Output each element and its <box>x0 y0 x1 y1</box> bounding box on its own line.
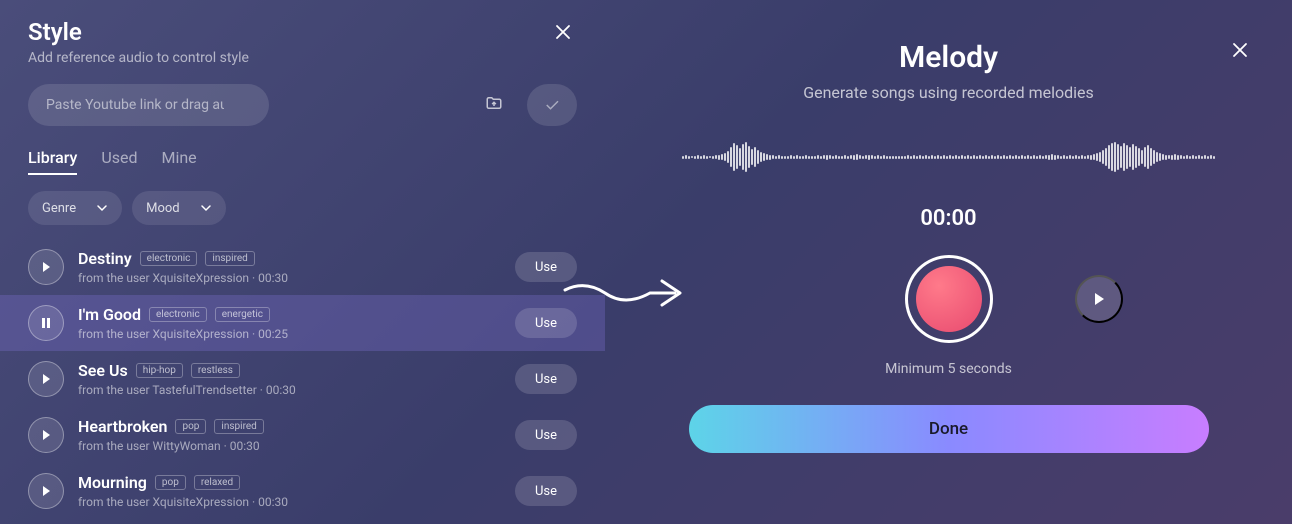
tag: pop <box>175 419 206 434</box>
filters: Genre Mood <box>28 191 577 225</box>
style-subtitle: Add reference audio to control style <box>28 50 577 66</box>
list-item[interactable]: Destiny electronic inspired from the user X… <box>0 239 605 295</box>
play-button[interactable] <box>28 249 64 285</box>
tag: inspired <box>205 251 254 266</box>
record-icon <box>916 266 982 332</box>
folder-icon[interactable] <box>485 94 503 116</box>
filter-genre[interactable]: Genre <box>28 191 122 225</box>
url-input[interactable] <box>28 84 269 126</box>
waveform <box>645 132 1252 182</box>
item-title: Heartbroken <box>78 417 167 436</box>
list-item[interactable]: See Us hip-hop restless from the user Taste… <box>0 351 605 407</box>
play-button[interactable] <box>28 417 64 453</box>
item-body: Heartbroken pop inspired from the user Witt… <box>78 417 501 453</box>
item-title: Destiny <box>78 249 132 268</box>
play-icon <box>1091 291 1107 307</box>
record-controls <box>905 255 993 343</box>
check-icon <box>543 96 561 114</box>
item-title: See Us <box>78 361 128 380</box>
play-icon <box>40 429 52 441</box>
use-button[interactable]: Use <box>515 420 577 450</box>
chevron-down-icon <box>200 202 212 214</box>
close-button[interactable] <box>1228 38 1252 62</box>
item-meta: from the user XquisiteXpression · 00:30 <box>78 495 501 509</box>
list-item[interactable]: I'm Good electronic energetic from the user… <box>0 295 605 351</box>
tag: restless <box>191 363 240 378</box>
close-button[interactable] <box>551 20 575 44</box>
item-meta: from the user XquisiteXpression · 00:30 <box>78 271 501 285</box>
tag: pop <box>155 475 186 490</box>
tag: electronic <box>149 307 207 322</box>
play-button[interactable] <box>28 361 64 397</box>
item-body: Mourning pop relaxed from the user Xquisite… <box>78 473 501 509</box>
tab-mine[interactable]: Mine <box>161 148 196 175</box>
arrow-illustration <box>560 275 690 315</box>
style-list: Destiny electronic inspired from the user X… <box>0 239 605 519</box>
melody-panel: Melody Generate songs using recorded mel… <box>605 0 1292 524</box>
use-button[interactable]: Use <box>515 476 577 506</box>
item-body: See Us hip-hop restless from the user Taste… <box>78 361 501 397</box>
tab-library[interactable]: Library <box>28 148 77 175</box>
list-item[interactable]: Mourning pop relaxed from the user Xquisite… <box>0 463 605 519</box>
timer: 00:00 <box>920 206 976 231</box>
play-icon <box>40 485 52 497</box>
close-icon <box>555 24 571 40</box>
pause-button[interactable] <box>28 305 64 341</box>
chevron-down-icon <box>96 202 108 214</box>
play-button[interactable] <box>1075 275 1123 323</box>
filter-mood[interactable]: Mood <box>132 191 226 225</box>
record-button[interactable] <box>905 255 993 343</box>
melody-subtitle: Generate songs using recorded melodies <box>803 83 1094 102</box>
list-item[interactable]: Heartbroken pop inspired from the user Witt… <box>0 407 605 463</box>
filter-label: Genre <box>42 201 76 216</box>
close-icon <box>1232 42 1248 58</box>
play-icon <box>40 373 52 385</box>
item-title: Mourning <box>78 473 147 492</box>
tag: relaxed <box>194 475 240 490</box>
item-title: I'm Good <box>78 305 141 324</box>
use-button[interactable]: Use <box>515 364 577 394</box>
item-body: I'm Good electronic energetic from the user… <box>78 305 501 341</box>
input-wrapper <box>28 84 517 126</box>
pause-icon <box>40 317 52 329</box>
tag: electronic <box>140 251 198 266</box>
tag: inspired <box>214 419 263 434</box>
tag: energetic <box>215 307 270 322</box>
item-meta: from the user TastefulTrendsetter · 00:3… <box>78 383 501 397</box>
play-icon <box>40 261 52 273</box>
submit-button[interactable] <box>527 84 577 126</box>
min-seconds: Minimum 5 seconds <box>885 361 1012 377</box>
done-button[interactable]: Done <box>689 405 1209 453</box>
input-row <box>28 84 577 126</box>
play-button[interactable] <box>28 473 64 509</box>
tag: hip-hop <box>136 363 183 378</box>
tab-used[interactable]: Used <box>101 148 137 175</box>
item-body: Destiny electronic inspired from the user X… <box>78 249 501 285</box>
item-meta: from the user XquisiteXpression · 00:25 <box>78 327 501 341</box>
style-panel: Style Add reference audio to control sty… <box>0 0 605 524</box>
melody-title: Melody <box>899 40 998 75</box>
item-meta: from the user WittyWoman · 00:30 <box>78 439 501 453</box>
style-title: Style <box>28 18 577 46</box>
tabs: Library Used Mine <box>28 148 577 175</box>
filter-label: Mood <box>146 201 180 216</box>
